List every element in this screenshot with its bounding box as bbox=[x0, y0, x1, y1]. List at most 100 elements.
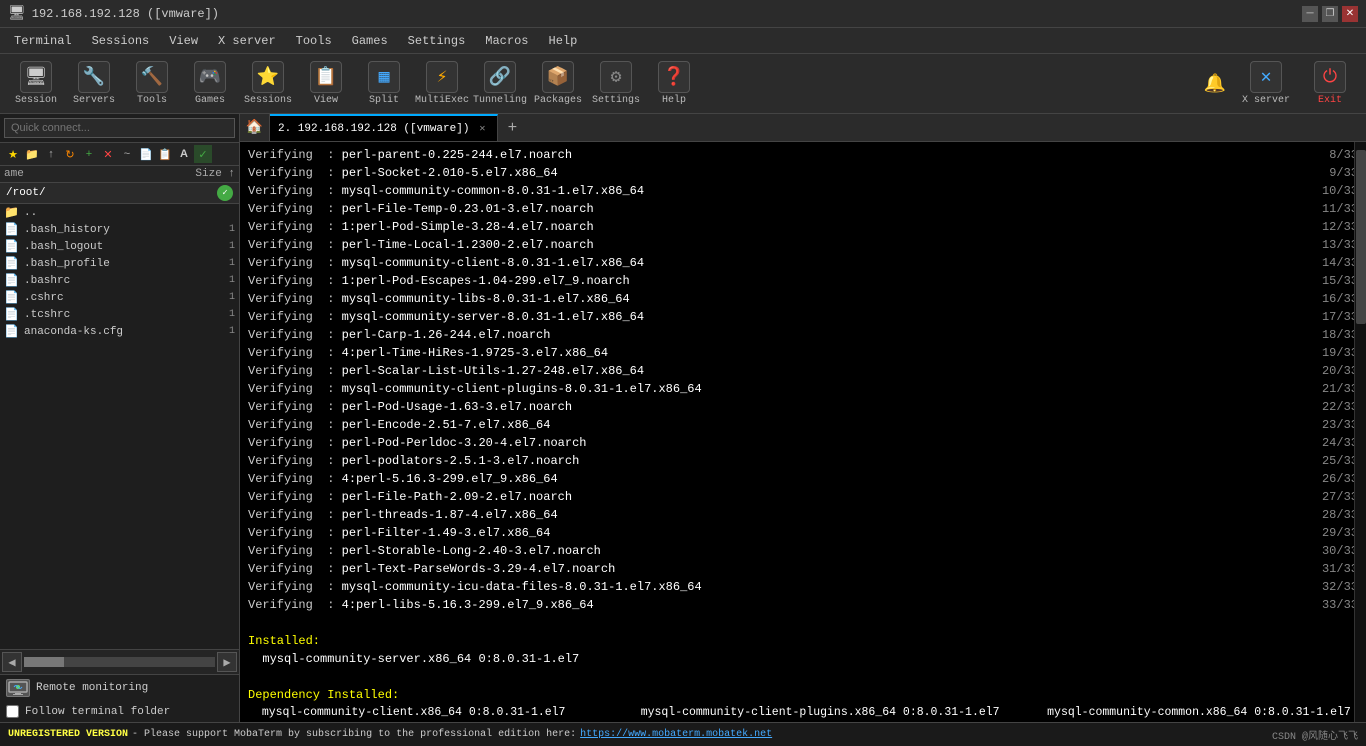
list-item[interactable]: 📄 .bash_history 1 bbox=[0, 221, 239, 238]
list-item[interactable]: 📄 anaconda-ks.cfg 1 bbox=[0, 323, 239, 340]
sidebar-new-btn[interactable]: + bbox=[80, 145, 98, 163]
sidebar-refresh-btn[interactable]: ↻ bbox=[61, 145, 79, 163]
sidebar-nav-up-btn[interactable]: ↑ bbox=[42, 145, 60, 163]
menu-bar: Terminal Sessions View X server Tools Ga… bbox=[0, 28, 1366, 54]
toolbar-xserver[interactable]: ✕ X server bbox=[1238, 58, 1294, 110]
menu-sessions[interactable]: Sessions bbox=[82, 28, 160, 54]
sidebar-delete-btn[interactable]: ✕ bbox=[99, 145, 117, 163]
terminal-line: mysql-community-client.x86_64 0:8.0.31-1… bbox=[248, 704, 1358, 721]
quick-connect-area bbox=[0, 114, 239, 143]
sidebar-tool7-btn[interactable]: 📄 bbox=[137, 145, 155, 163]
file-icon: 📄 bbox=[4, 256, 20, 271]
terminal-content[interactable]: Verifying : perl-parent-0.225-244.el7.no… bbox=[240, 142, 1366, 722]
tab-close-button[interactable]: ✕ bbox=[475, 122, 489, 136]
toolbar-settings-label: Settings bbox=[592, 95, 640, 106]
file-icon: 📄 bbox=[4, 324, 20, 339]
restore-button[interactable]: ❐ bbox=[1322, 6, 1338, 22]
close-button[interactable]: ✕ bbox=[1342, 6, 1358, 22]
list-item[interactable]: 📄 .bash_profile 1 bbox=[0, 255, 239, 272]
terminal-line: Verifying : perl-File-Temp-0.23.01-3.el7… bbox=[248, 200, 1358, 218]
file-icon: 📄 bbox=[4, 222, 20, 237]
toolbar-multiexec[interactable]: ⚡ MultiExec bbox=[414, 58, 470, 110]
toolbar-split[interactable]: ▦ Split bbox=[356, 58, 412, 110]
terminal-line: Installed: bbox=[248, 632, 1358, 650]
menu-tools[interactable]: Tools bbox=[286, 28, 342, 54]
sidebar-folder-btn[interactable]: 📁 bbox=[23, 145, 41, 163]
tab-add-button[interactable]: + bbox=[498, 114, 526, 141]
scroll-track[interactable] bbox=[24, 657, 215, 667]
toolbar-settings[interactable]: ⚙ Settings bbox=[588, 58, 644, 110]
list-item[interactable]: 📄 .bash_logout 1 bbox=[0, 238, 239, 255]
tab-home-button[interactable]: 🏠 bbox=[240, 114, 270, 141]
terminal-line: mysql-community-icu-data-files.x86_64 0:… bbox=[248, 721, 1358, 722]
path-ok-icon: ✓ bbox=[217, 185, 233, 201]
sidebar-letter-a-btn[interactable]: A bbox=[175, 145, 193, 163]
toolbar-servers-label: Servers bbox=[73, 95, 115, 106]
list-item[interactable]: 📄 .cshrc 1 bbox=[0, 289, 239, 306]
title-bar: 🖥 192.168.192.128 ([vmware]) ─ ❐ ✕ bbox=[0, 0, 1366, 28]
title-bar-controls[interactable]: ─ ❐ ✕ bbox=[1302, 6, 1358, 22]
terminal-line: Verifying : perl-Time-Local-1.2300-2.el7… bbox=[248, 236, 1358, 254]
tab-vmware[interactable]: 2. 192.168.192.128 ([vmware]) ✕ bbox=[270, 114, 498, 141]
current-path: /root/ ✓ bbox=[0, 183, 239, 204]
file-list: 📁 .. 📄 .bash_history 1 📄 .bash_logout 1 … bbox=[0, 204, 239, 649]
toolbar-packages-label: Packages bbox=[534, 95, 582, 106]
sidebar-tool-check-btn[interactable]: ✓ bbox=[194, 145, 212, 163]
status-link[interactable]: https://www.mobaterm.mobatek.net bbox=[580, 729, 772, 740]
toolbar-session[interactable]: 🖥 Session bbox=[8, 58, 64, 110]
follow-terminal-checkbox[interactable] bbox=[6, 705, 19, 718]
menu-settings[interactable]: Settings bbox=[398, 28, 476, 54]
toolbar-tunneling[interactable]: 🔗 Tunneling bbox=[472, 58, 528, 110]
terminal-line: Verifying : perl-Text-ParseWords-3.29-4.… bbox=[248, 560, 1358, 578]
menu-terminal[interactable]: Terminal bbox=[4, 28, 82, 54]
toolbar-exit[interactable]: ⏻ Exit bbox=[1302, 58, 1358, 110]
follow-terminal-label[interactable]: Follow terminal folder bbox=[25, 706, 170, 718]
window-title: 192.168.192.128 ([vmware]) bbox=[32, 7, 219, 21]
sidebar-star-btn[interactable]: ★ bbox=[4, 145, 22, 163]
terminal-line: Verifying : 4:perl-libs-5.16.3-299.el7_9… bbox=[248, 596, 1358, 614]
file-size: 1 bbox=[185, 309, 235, 320]
sidebar-tool8-btn[interactable]: 📋 bbox=[156, 145, 174, 163]
toolbar-sessions[interactable]: ⭐ Sessions bbox=[240, 58, 296, 110]
file-name: .cshrc bbox=[24, 292, 181, 304]
minimize-button[interactable]: ─ bbox=[1302, 6, 1318, 22]
terminal-line: Verifying : perl-Carp-1.26-244.el7.noarc… bbox=[248, 326, 1358, 344]
scroll-right-arrow[interactable]: ▶ bbox=[217, 652, 237, 672]
list-item[interactable]: 📁 .. bbox=[0, 204, 239, 221]
tab-label: 2. 192.168.192.128 ([vmware]) bbox=[278, 123, 469, 135]
toolbar-tools[interactable]: 🔨 Tools bbox=[124, 58, 180, 110]
terminal-line: Verifying : perl-Pod-Perldoc-3.20-4.el7.… bbox=[248, 434, 1358, 452]
toolbar-help[interactable]: ❓ Help bbox=[646, 58, 702, 110]
follow-terminal[interactable]: Follow terminal folder bbox=[0, 701, 239, 722]
toolbar-games[interactable]: 🎮 Games bbox=[182, 58, 238, 110]
toolbar-sessions-label: Sessions bbox=[244, 95, 292, 106]
toolbar-view[interactable]: 📋 View bbox=[298, 58, 354, 110]
menu-macros[interactable]: Macros bbox=[475, 28, 538, 54]
menu-games[interactable]: Games bbox=[342, 28, 398, 54]
list-item[interactable]: 📄 .bashrc 1 bbox=[0, 272, 239, 289]
list-item[interactable]: 📄 .tcshrc 1 bbox=[0, 306, 239, 323]
scroll-left-arrow[interactable]: ◀ bbox=[2, 652, 22, 672]
file-size: 1 bbox=[185, 275, 235, 286]
toolbar-tunneling-label: Tunneling bbox=[473, 95, 527, 106]
remote-monitoring[interactable]: Remote monitoring bbox=[0, 675, 239, 701]
file-size: 1 bbox=[185, 292, 235, 303]
terminal-line: Verifying : 4:perl-Time-HiRes-1.9725-3.e… bbox=[248, 344, 1358, 362]
menu-xserver[interactable]: X server bbox=[208, 28, 286, 54]
menu-help[interactable]: Help bbox=[539, 28, 588, 54]
file-size: 1 bbox=[185, 258, 235, 269]
col-name-header: ame bbox=[4, 168, 185, 180]
quick-connect-input[interactable] bbox=[4, 118, 235, 138]
terminal-line: Verifying : perl-threads-1.87-4.el7.x86_… bbox=[248, 506, 1358, 524]
notification-icon[interactable]: 🔔 bbox=[1200, 73, 1230, 95]
terminal-line: Verifying : mysql-community-icu-data-fil… bbox=[248, 578, 1358, 596]
terminal-scrollbar[interactable] bbox=[1354, 142, 1366, 722]
toolbar-tools-label: Tools bbox=[137, 95, 167, 106]
toolbar-packages[interactable]: 📦 Packages bbox=[530, 58, 586, 110]
watermark: CSDN @风随心飞飞 bbox=[1272, 727, 1358, 743]
menu-view[interactable]: View bbox=[159, 28, 208, 54]
scroll-thumb bbox=[24, 657, 64, 667]
file-name: .bash_profile bbox=[24, 258, 181, 270]
toolbar-servers[interactable]: 🔧 Servers bbox=[66, 58, 122, 110]
sidebar-tool6-btn[interactable]: ~ bbox=[118, 145, 136, 163]
